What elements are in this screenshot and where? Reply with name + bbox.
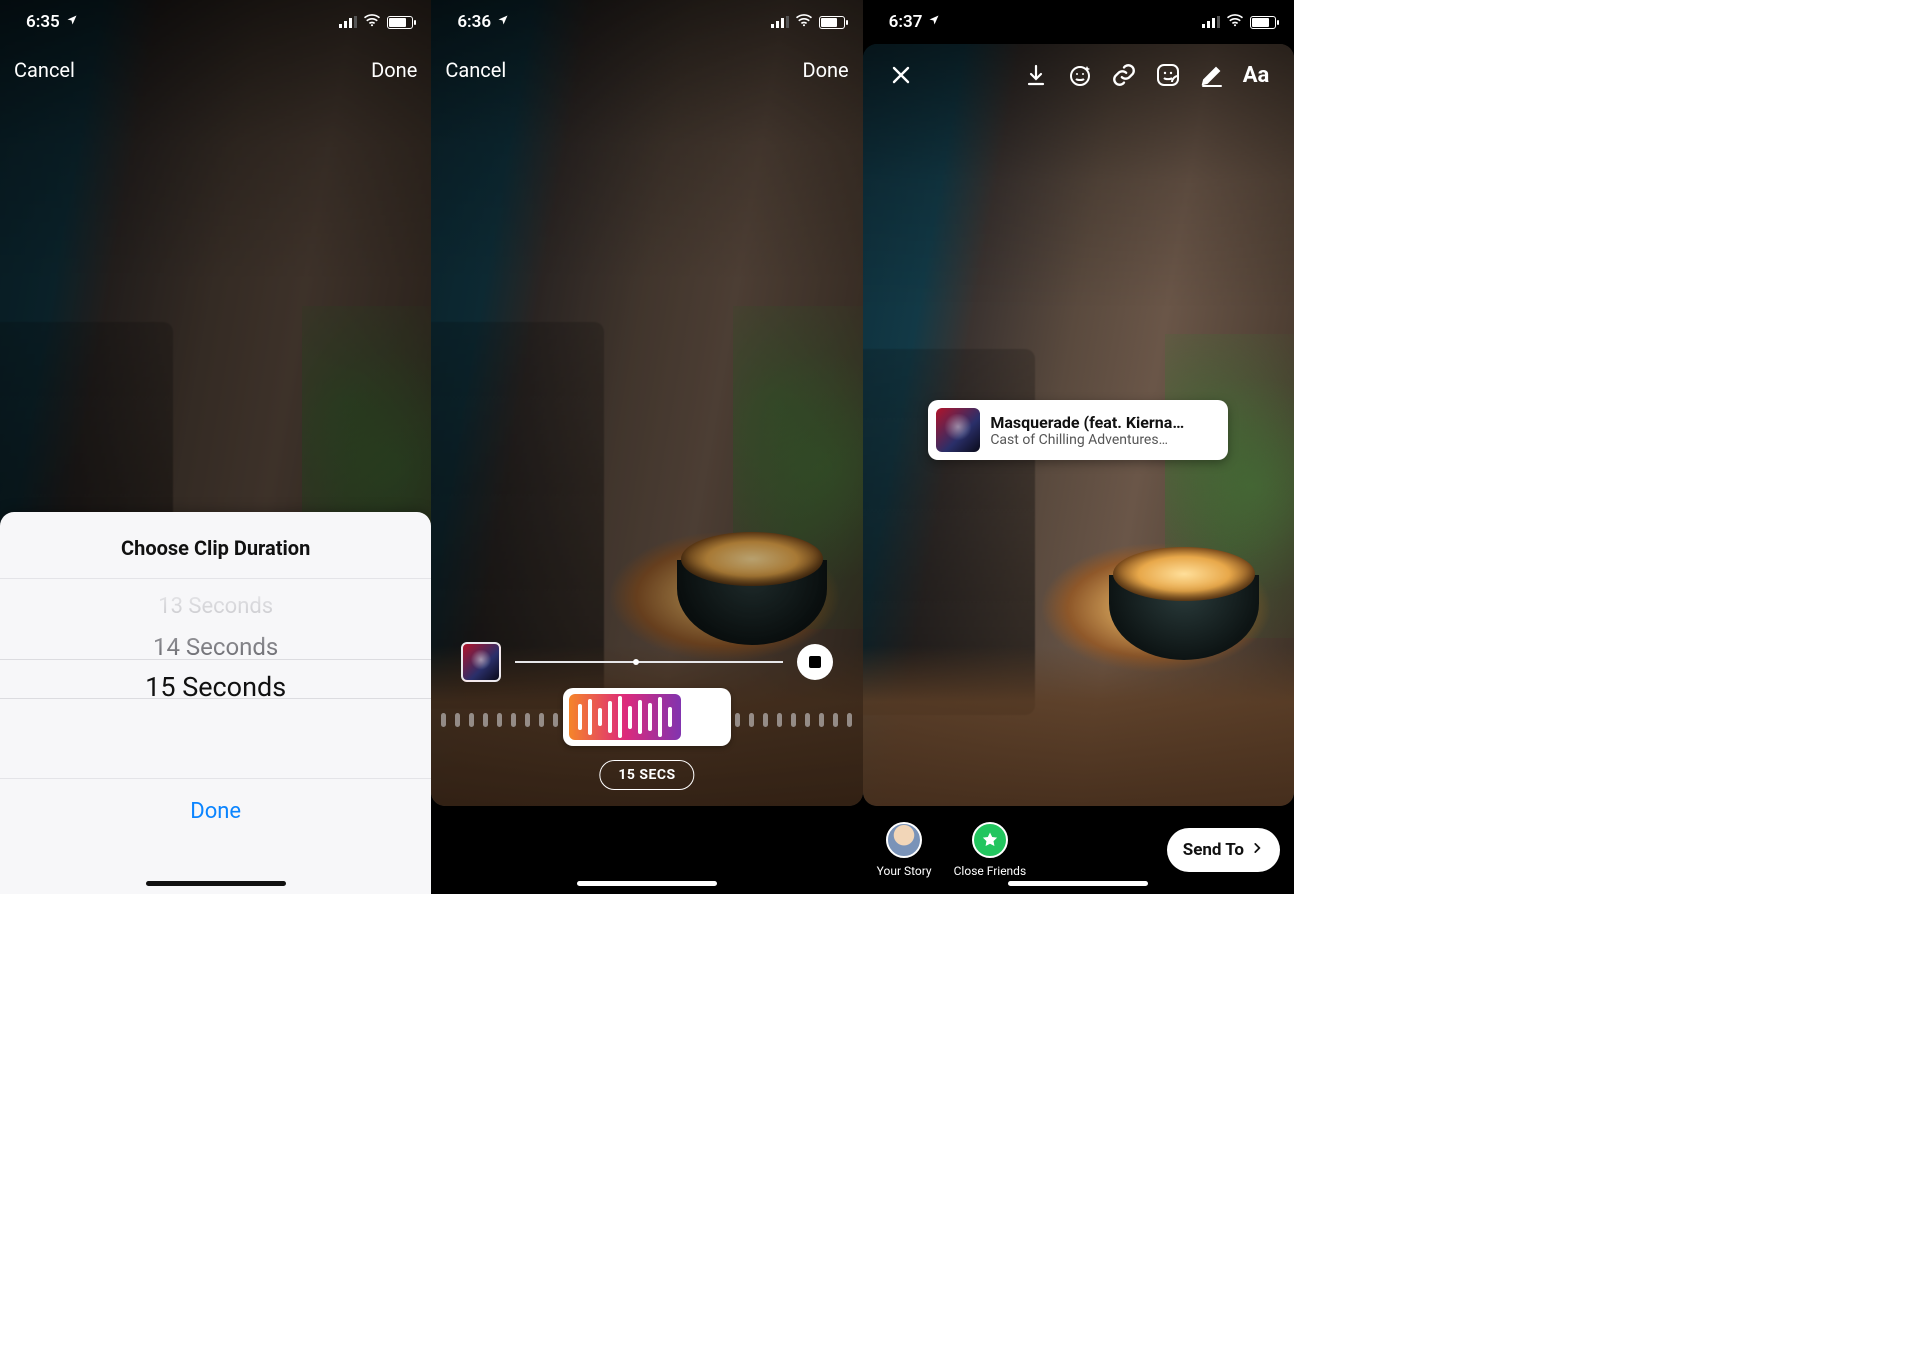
chevron-right-icon xyxy=(1250,840,1264,860)
album-art-icon xyxy=(936,408,980,452)
battery-icon xyxy=(387,16,413,29)
download-icon[interactable] xyxy=(1014,58,1058,92)
location-services-icon xyxy=(928,14,940,30)
wifi-icon xyxy=(1226,12,1244,32)
duration-picker[interactable]: 12 Seconds 13 Seconds 14 Seconds 15 Seco… xyxy=(0,578,431,778)
waveform-selection[interactable] xyxy=(563,688,731,746)
your-story-button[interactable]: Your Story xyxy=(877,822,932,878)
close-icon[interactable] xyxy=(879,58,923,92)
your-story-label: Your Story xyxy=(877,864,932,878)
screen-story-composer: 6:37 xyxy=(863,0,1294,894)
stop-icon xyxy=(809,656,821,668)
status-bar: 6:36 xyxy=(431,0,862,44)
battery-icon xyxy=(819,16,845,29)
location-services-icon xyxy=(66,14,78,30)
editor-nav: Cancel Done xyxy=(0,48,431,92)
picker-option[interactable]: 12 Seconds xyxy=(0,578,431,587)
sheet-done-button[interactable]: Done xyxy=(0,778,431,852)
send-to-label: Send To xyxy=(1183,840,1244,860)
status-bar: 6:35 xyxy=(0,0,431,44)
sticker-icon[interactable] xyxy=(1146,58,1190,92)
wifi-icon xyxy=(363,12,381,32)
editor-nav: Cancel Done xyxy=(431,48,862,92)
screen-duration-picker: 6:35 Cancel Done Choose Clip Duration xyxy=(0,0,431,894)
location-services-icon xyxy=(497,14,509,30)
story-photo xyxy=(431,0,862,806)
cellular-signal-icon xyxy=(339,16,357,28)
done-button[interactable]: Done xyxy=(371,58,417,82)
text-icon[interactable]: Aa xyxy=(1234,58,1278,92)
text-tool-label: Aa xyxy=(1243,63,1270,88)
picker-option[interactable]: 13 Seconds xyxy=(0,587,431,627)
picker-option-selected[interactable]: 15 Seconds xyxy=(0,667,431,707)
close-friends-label: Close Friends xyxy=(954,864,1027,878)
star-icon xyxy=(972,822,1008,858)
duration-pill-button[interactable]: 15 SECS xyxy=(599,760,694,790)
cancel-button[interactable]: Cancel xyxy=(445,58,506,82)
status-time: 6:36 xyxy=(457,12,491,32)
screen-music-scrubber: 6:36 Cancel Done xyxy=(431,0,862,894)
close-friends-button[interactable]: Close Friends xyxy=(954,822,1027,878)
battery-icon xyxy=(1250,16,1276,29)
status-bar: 6:37 xyxy=(863,0,1294,44)
done-button[interactable]: Done xyxy=(802,58,848,82)
draw-icon[interactable] xyxy=(1190,58,1234,92)
link-icon[interactable] xyxy=(1102,58,1146,92)
cellular-signal-icon xyxy=(771,16,789,28)
music-sticker[interactable]: Masquerade (feat. Kierna… Cast of Chilli… xyxy=(928,400,1228,460)
music-progress xyxy=(461,642,832,682)
picker-option[interactable]: 14 Seconds xyxy=(0,627,431,667)
progress-track[interactable] xyxy=(515,661,782,663)
send-to-button[interactable]: Send To xyxy=(1167,828,1280,872)
music-title: Masquerade (feat. Kierna… xyxy=(990,413,1184,432)
status-time: 6:35 xyxy=(26,12,60,32)
wifi-icon xyxy=(795,12,813,32)
home-indicator[interactable] xyxy=(146,881,286,886)
sheet-title: Choose Clip Duration xyxy=(0,528,431,578)
home-indicator[interactable] xyxy=(577,881,717,886)
status-time: 6:37 xyxy=(889,12,923,32)
face-effects-icon[interactable] xyxy=(1058,58,1102,92)
home-indicator[interactable] xyxy=(1008,881,1148,886)
avatar-icon xyxy=(886,822,922,858)
cellular-signal-icon xyxy=(1202,16,1220,28)
clip-duration-sheet: Choose Clip Duration 12 Seconds 13 Secon… xyxy=(0,512,431,894)
story-toolbar: Aa xyxy=(863,52,1294,98)
music-artist: Cast of Chilling Adventures… xyxy=(990,432,1184,448)
cancel-button[interactable]: Cancel xyxy=(14,58,75,82)
stop-button[interactable] xyxy=(797,644,833,680)
album-art-icon[interactable] xyxy=(461,642,501,682)
